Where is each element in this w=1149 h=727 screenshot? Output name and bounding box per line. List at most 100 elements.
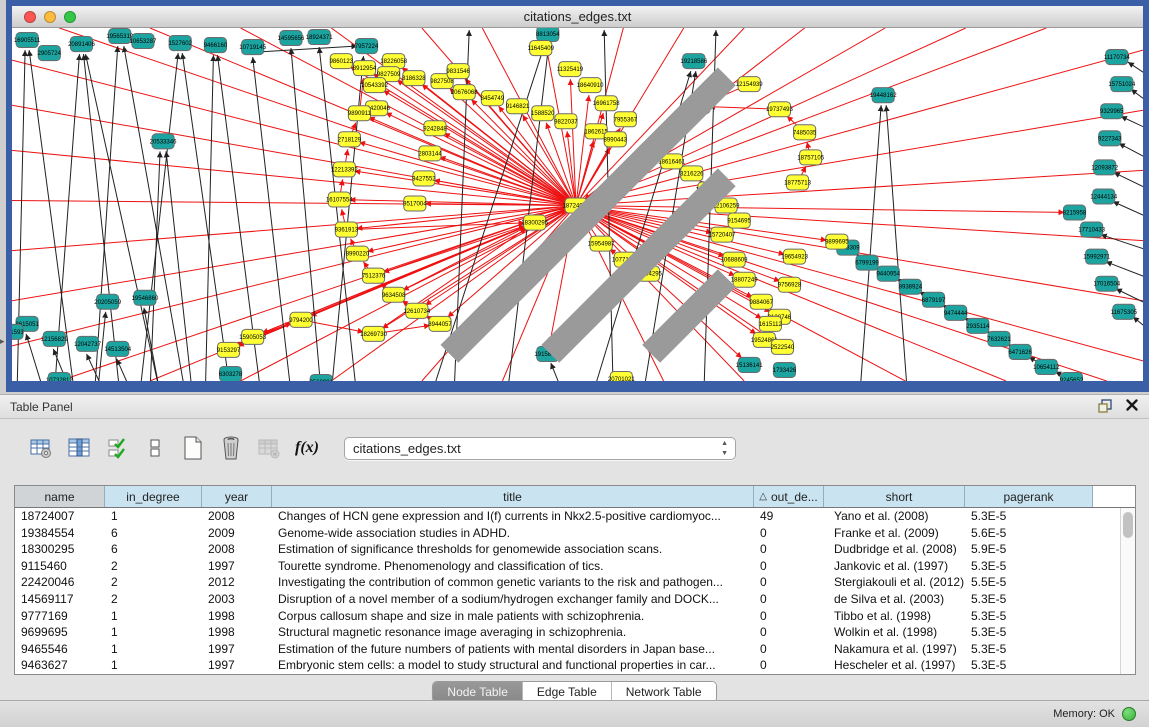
table-cell: 5.5E-5: [965, 574, 1093, 591]
table-cell: 0: [754, 657, 824, 674]
table-cell: 2012: [202, 574, 272, 591]
table-selector-dropdown[interactable]: citations_edges.txt ▲▼: [344, 437, 736, 460]
create-table-icon[interactable]: [180, 435, 206, 461]
table-cell: 14569117: [15, 591, 105, 608]
table-cell: 5.9E-5: [965, 541, 1093, 558]
table-cell: 0: [754, 541, 824, 558]
table-cell: Tourette syndrome. Phenomenology and cla…: [272, 558, 754, 575]
table-options-icon[interactable]: [28, 435, 54, 461]
table-vertical-scrollbar[interactable]: [1120, 508, 1135, 674]
table-panel: Table Panel: [0, 394, 1149, 700]
network-view-window[interactable]: citations_edges.txt 16905511290572420891…: [6, 0, 1149, 392]
table-row[interactable]: 946554611997Estimation of the future num…: [15, 641, 1135, 658]
scrollbar-thumb[interactable]: [1123, 512, 1133, 538]
sort-ascending-icon: △: [759, 491, 767, 502]
table-cell: 0: [754, 558, 824, 575]
combo-arrows-icon: ▲▼: [721, 439, 728, 459]
table-cell: 9699695: [15, 624, 105, 641]
table-cell: 1997: [202, 641, 272, 658]
table-cell: 6: [105, 525, 202, 542]
table-cell: 2: [105, 591, 202, 608]
float-panel-icon[interactable]: [1097, 398, 1113, 419]
table-cell: 2003: [202, 591, 272, 608]
tab-network-table[interactable]: Network Table: [612, 682, 716, 702]
table-row[interactable]: 1938455462009Genome-wide association stu…: [15, 525, 1135, 542]
table-row[interactable]: 1872400712008Changes of HCN gene express…: [15, 508, 1135, 525]
table-cell: 5.3E-5: [965, 624, 1093, 641]
table-cell: 1: [105, 624, 202, 641]
table-cell: 0: [754, 641, 824, 658]
table-cell: 49: [754, 508, 824, 525]
table-row[interactable]: 2242004622012Investigating the contribut…: [15, 574, 1135, 591]
table-cell: 0: [754, 525, 824, 542]
table-cell: Estimation of significance thresholds fo…: [272, 541, 754, 558]
table-cell: Tibbo et al. (1998): [824, 608, 965, 625]
table-body: 18724007 1 2008Changes of HCN gene express…: [15, 508, 1135, 674]
table-row[interactable]: 946362711997Embryonic stem cells: a mode…: [15, 657, 1135, 674]
memory-status-label: Memory: OK: [1053, 708, 1115, 720]
column-header-out-degree[interactable]: △out_de...: [754, 486, 824, 507]
table-cell: 1998: [202, 624, 272, 641]
table-panel-header[interactable]: Table Panel: [0, 395, 1149, 419]
table-row[interactable]: 969969511998Structural magnetic resonanc…: [15, 624, 1135, 641]
memory-status-indicator[interactable]: [1122, 707, 1136, 721]
column-header-in-degree[interactable]: in_degree: [105, 486, 202, 507]
table-cell: 5.6E-5: [965, 525, 1093, 542]
table-cell: 9465546: [15, 641, 105, 658]
table-cell: 18724007: [15, 508, 105, 525]
table-cell: Changes of HCN gene expression and I(f) …: [272, 508, 754, 525]
table-header-row: name in_degree year title △out_de... sho…: [15, 486, 1135, 508]
table-cell: 9777169: [15, 608, 105, 625]
table-cell: Stergiakouli et al. (2012): [824, 574, 965, 591]
table-cell: 0: [754, 591, 824, 608]
tab-edge-table[interactable]: Edge Table: [523, 682, 612, 702]
network-window-titlebar[interactable]: citations_edges.txt: [12, 6, 1143, 28]
network-canvas[interactable]: 1690551129057242089140619565319106532871…: [12, 28, 1143, 381]
table-cell: Franke et al. (2009): [824, 525, 965, 542]
table-row[interactable]: 977716911998Corpus callosum shape and si…: [15, 608, 1135, 625]
close-panel-icon[interactable]: [1125, 398, 1139, 419]
table-cell: 22420046: [15, 574, 105, 591]
table-cell: 0: [754, 574, 824, 591]
table-cell: 6: [105, 541, 202, 558]
delete-table-icon[interactable]: [218, 435, 244, 461]
table-cell: Hescheler et al. (1997): [824, 657, 965, 674]
table-toolbar: f(x) citations_edges.txt ▲▼: [28, 435, 736, 461]
status-bar: Memory: OK: [0, 700, 1149, 727]
column-header-title[interactable]: title: [272, 486, 754, 507]
table-cell: 5.3E-5: [965, 508, 1093, 525]
window-resize-grip[interactable]: [10, 26, 1141, 379]
table-cell: Nakamura et al. (1997): [824, 641, 965, 658]
application-window: citations_edges.txt 16905511290572420891…: [0, 0, 1149, 727]
table-cell: 1: [105, 657, 202, 674]
table-cell: 9463627: [15, 657, 105, 674]
table-cell: 2: [105, 574, 202, 591]
table-cell: Genome-wide association studies in ADHD.: [272, 525, 754, 542]
select-column-icon[interactable]: [66, 435, 92, 461]
table-selector-value: citations_edges.txt: [353, 441, 461, 456]
window-title: citations_edges.txt: [12, 9, 1143, 24]
show-columns-icon[interactable]: [104, 435, 130, 461]
row-layout-icon[interactable]: [142, 435, 168, 461]
table-panel-title: Table Panel: [10, 400, 73, 414]
table-cell: 1: [105, 641, 202, 658]
table-cell: Estimation of the future numbers of pati…: [272, 641, 754, 658]
table-cell: 1998: [202, 608, 272, 625]
table-cell: 2008: [202, 541, 272, 558]
hidden-panel-arrow[interactable]: ▸: [0, 336, 5, 347]
column-header-short[interactable]: short: [824, 486, 965, 507]
table-cell: 19384554: [15, 525, 105, 542]
table-cell: 2: [105, 558, 202, 575]
tab-node-table[interactable]: Node Table: [433, 682, 523, 702]
column-header-name[interactable]: name: [15, 486, 105, 507]
table-row[interactable]: 1456911722003Disruption of a novel membe…: [15, 591, 1135, 608]
table-cell: 0: [754, 608, 824, 625]
table-cell: de Silva et al. (2003): [824, 591, 965, 608]
column-header-year[interactable]: year: [202, 486, 272, 507]
import-table-disabled-icon: [256, 435, 282, 461]
column-header-pagerank[interactable]: pagerank: [965, 486, 1093, 507]
table-row[interactable]: 1830029562008Estimation of significance …: [15, 541, 1135, 558]
table-cell: 5.3E-5: [965, 558, 1093, 575]
table-row[interactable]: 911546021997Tourette syndrome. Phenomeno…: [15, 558, 1135, 575]
function-builder-icon[interactable]: f(x): [294, 435, 320, 461]
